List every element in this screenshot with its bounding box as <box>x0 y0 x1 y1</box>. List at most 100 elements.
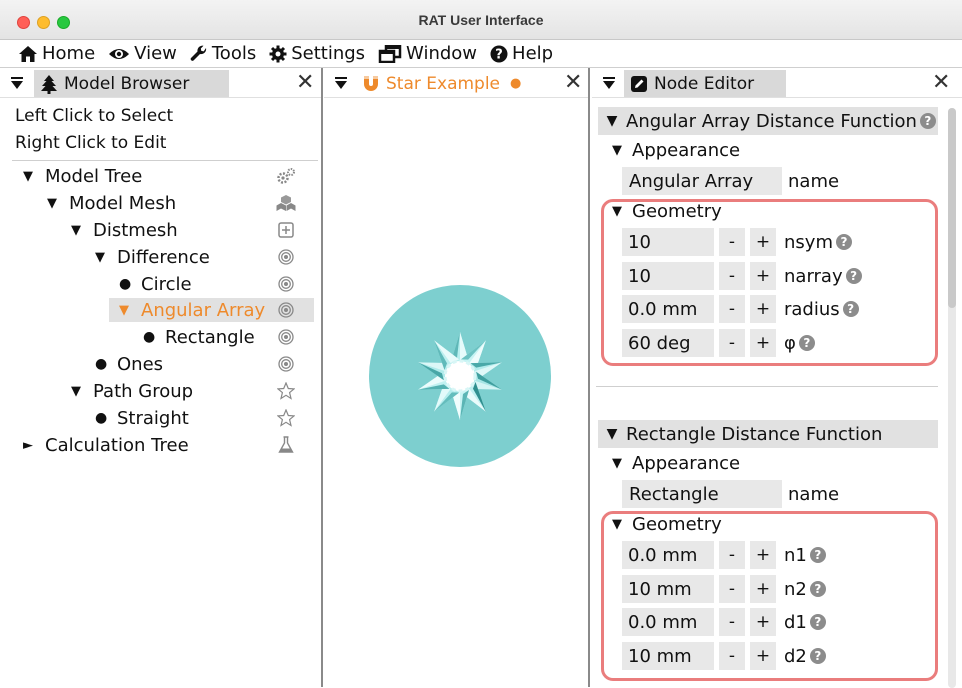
help-icon[interactable]: ? <box>809 581 826 597</box>
menu-tools[interactable]: Tools <box>190 43 256 64</box>
tab-model-browser[interactable]: Model Browser <box>34 70 229 97</box>
increment-button[interactable]: + <box>750 329 776 357</box>
n1-input[interactable]: 0.0 mm <box>622 541 714 569</box>
group-title: Appearance <box>632 140 741 161</box>
home-icon <box>19 45 37 62</box>
nsym-input[interactable]: 10 <box>622 228 714 256</box>
star-mesh-render[interactable] <box>405 321 515 431</box>
angular-array-section-header[interactable]: ▼ Angular Array Distance Function ? <box>598 107 938 135</box>
decrement-button[interactable]: - <box>719 329 745 357</box>
geometry-group-header[interactable]: ▼ Geometry <box>612 514 722 535</box>
d2-input[interactable]: 10 mm <box>622 642 714 670</box>
increment-button[interactable]: + <box>750 575 776 603</box>
scrollbar-thumb[interactable] <box>948 108 956 308</box>
name-label: name <box>788 484 840 505</box>
menu-settings[interactable]: Settings <box>269 43 365 64</box>
tab-node-editor-label: Node Editor <box>654 73 755 94</box>
expand-triangle-icon[interactable]: ▼ <box>95 250 117 265</box>
menu-help[interactable]: ? Help <box>490 43 553 64</box>
tree-item-path-group[interactable]: ▼ Path Group <box>71 379 193 403</box>
decrement-button[interactable]: - <box>719 642 745 670</box>
decrement-button[interactable]: - <box>719 295 745 323</box>
panel-menu-icon[interactable] <box>602 76 616 90</box>
tree-item-model-tree[interactable]: ▼ Model Tree <box>23 164 142 188</box>
tree-item-difference[interactable]: ▼ Difference <box>95 245 210 269</box>
menu-tools-label: Tools <box>211 43 257 64</box>
expand-triangle-icon[interactable]: ▼ <box>612 517 632 532</box>
panel-menu-icon[interactable] <box>10 76 24 90</box>
star-outline-icon <box>276 381 296 401</box>
param-label: narray? <box>784 266 862 287</box>
increment-button[interactable]: + <box>750 608 776 636</box>
hint-select: Left Click to Select <box>15 106 174 126</box>
tree-item-ones[interactable]: ● Ones <box>95 352 163 376</box>
geometry-group-header[interactable]: ▼ Geometry <box>612 201 722 222</box>
expand-triangle-icon[interactable]: ▼ <box>612 204 632 219</box>
magnet-icon <box>364 75 378 91</box>
close-viewport-button[interactable]: ✕ <box>564 71 582 95</box>
expand-triangle-icon[interactable]: ▼ <box>71 223 93 238</box>
eye-icon <box>109 48 130 59</box>
decrement-button[interactable]: - <box>719 608 745 636</box>
name-field[interactable]: Angular Array <box>622 167 782 195</box>
menu-settings-label: Settings <box>291 43 366 64</box>
tab-star-example[interactable]: Star Example ● <box>356 70 554 97</box>
tree-item-model-mesh[interactable]: ▼ Model Mesh <box>47 191 176 215</box>
menu-view[interactable]: View <box>108 43 177 64</box>
tree-item-distmesh[interactable]: ▼ Distmesh <box>71 218 178 242</box>
tree-item-rectangle[interactable]: ● Rectangle <box>143 325 255 349</box>
decrement-button[interactable]: - <box>719 575 745 603</box>
increment-button[interactable]: + <box>750 295 776 323</box>
expand-triangle-icon[interactable]: ▼ <box>598 426 626 442</box>
help-icon[interactable]: ? <box>919 113 936 129</box>
param-row-phi: 60 deg - + φ? <box>622 329 815 357</box>
decrement-button[interactable]: - <box>719 262 745 290</box>
menu-window[interactable]: Window <box>378 43 477 64</box>
menu-home[interactable]: Home <box>18 43 95 64</box>
decrement-button[interactable]: - <box>719 228 745 256</box>
expand-triangle-icon[interactable]: ▼ <box>71 384 93 399</box>
appearance-group-header[interactable]: ▼ Appearance <box>612 453 740 474</box>
expand-triangle-icon[interactable]: ▼ <box>598 113 626 129</box>
help-icon[interactable]: ? <box>835 234 852 250</box>
tree-item-circle[interactable]: ● Circle <box>119 272 192 296</box>
help-icon[interactable]: ? <box>845 268 862 284</box>
help-icon[interactable]: ? <box>842 301 859 317</box>
help-icon[interactable]: ? <box>809 648 826 664</box>
rectangle-section-header[interactable]: ▼ Rectangle Distance Function <box>598 420 938 448</box>
tab-node-editor[interactable]: Node Editor <box>624 70 786 97</box>
expand-triangle-icon[interactable]: ▼ <box>612 456 632 471</box>
tree-item-angular-array[interactable]: ▼ Angular Array <box>119 298 265 322</box>
increment-button[interactable]: + <box>750 228 776 256</box>
expand-triangle-icon[interactable]: ▼ <box>23 169 45 184</box>
n2-input[interactable]: 10 mm <box>622 575 714 603</box>
tab-model-browser-label: Model Browser <box>64 73 190 94</box>
help-icon[interactable]: ? <box>798 335 815 351</box>
window-icon <box>378 44 402 63</box>
expand-triangle-icon[interactable]: ▼ <box>612 143 632 158</box>
radius-input[interactable]: 0.0 mm <box>622 295 714 323</box>
increment-button[interactable]: + <box>750 642 776 670</box>
help-icon[interactable]: ? <box>809 614 826 630</box>
tree-item-label: Angular Array <box>141 299 266 321</box>
tab-star-example-label: Star Example <box>386 73 501 94</box>
tree-icon <box>41 74 57 94</box>
increment-button[interactable]: + <box>750 541 776 569</box>
decrement-button[interactable]: - <box>719 541 745 569</box>
tree-item-calculation-tree[interactable]: ► Calculation Tree <box>23 433 189 457</box>
collapse-triangle-icon[interactable]: ► <box>23 438 45 453</box>
name-field[interactable]: Rectangle <box>622 480 782 508</box>
d1-input[interactable]: 0.0 mm <box>622 608 714 636</box>
bullet-icon: ● <box>95 356 108 372</box>
narray-input[interactable]: 10 <box>622 262 714 290</box>
appearance-group-header[interactable]: ▼ Appearance <box>612 140 740 161</box>
increment-button[interactable]: + <box>750 262 776 290</box>
expand-triangle-icon[interactable]: ▼ <box>119 303 141 318</box>
expand-triangle-icon[interactable]: ▼ <box>47 196 69 211</box>
panel-menu-icon[interactable] <box>334 76 348 90</box>
help-icon[interactable]: ? <box>809 547 826 563</box>
close-model-browser-button[interactable]: ✕ <box>296 71 314 95</box>
phi-input[interactable]: 60 deg <box>622 329 714 357</box>
close-node-editor-button[interactable]: ✕ <box>932 71 950 95</box>
tree-item-straight[interactable]: ● Straight <box>95 406 189 430</box>
